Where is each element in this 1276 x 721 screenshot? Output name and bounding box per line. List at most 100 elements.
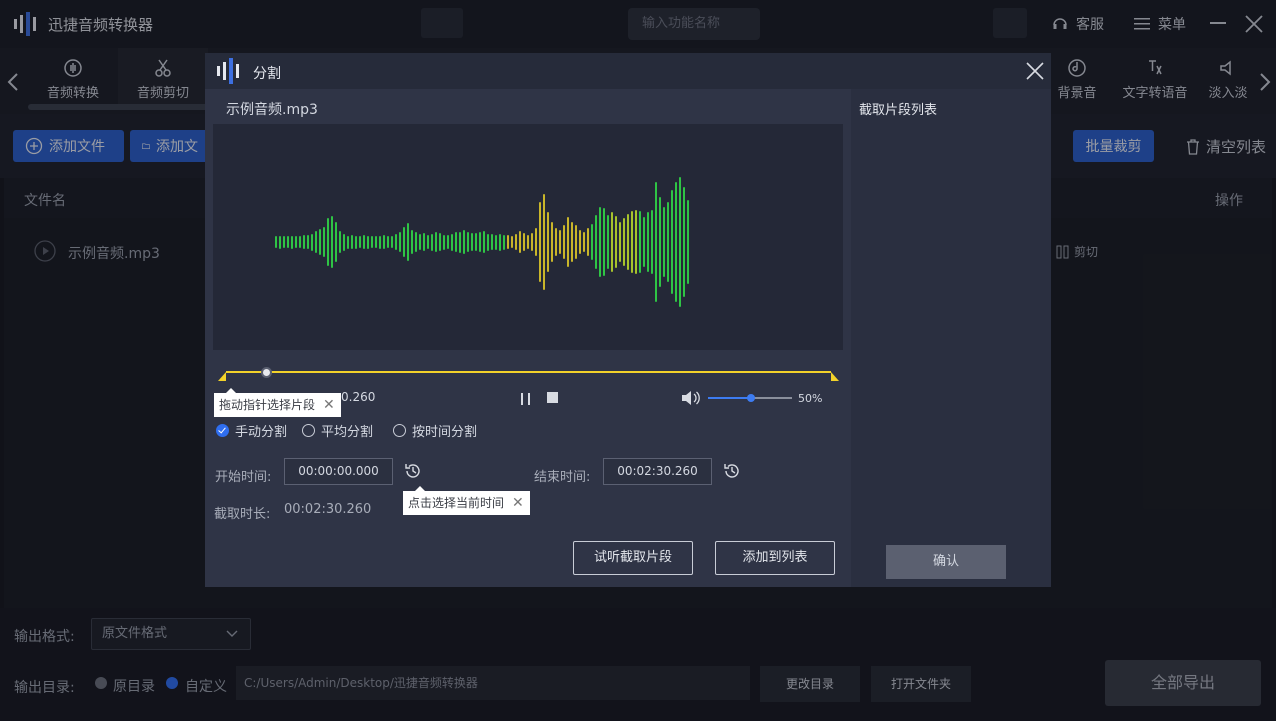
waveform-bar bbox=[383, 235, 385, 249]
playhead-handle[interactable] bbox=[261, 367, 272, 378]
waveform-bar bbox=[635, 210, 637, 274]
waveform-bar bbox=[359, 236, 361, 248]
waveform-bar bbox=[639, 211, 641, 273]
waveform-bar bbox=[443, 234, 445, 250]
pause-icon[interactable] bbox=[520, 393, 532, 405]
waveform-bar bbox=[307, 235, 309, 249]
segment-list-title: 截取片段列表 bbox=[859, 103, 938, 118]
waveform-bar bbox=[411, 230, 413, 254]
preview-segment-button[interactable]: 试听截取片段 bbox=[573, 541, 693, 575]
waveform-bar bbox=[583, 232, 585, 252]
segment-end-handle[interactable] bbox=[831, 372, 839, 381]
waveform-bar bbox=[311, 233, 313, 251]
waveform-bar bbox=[587, 228, 589, 256]
stop-icon[interactable] bbox=[547, 392, 558, 403]
waveform-bar bbox=[499, 233, 501, 251]
waveform-bar bbox=[299, 236, 301, 248]
waveform-bar bbox=[275, 236, 277, 248]
waveform-bar bbox=[355, 235, 357, 249]
history-clock-icon[interactable] bbox=[404, 462, 422, 480]
mode-manual[interactable]: 手动分割 bbox=[216, 421, 287, 440]
waveform-bar bbox=[523, 233, 525, 251]
waveform-bar bbox=[599, 207, 601, 277]
waveform-bar bbox=[387, 236, 389, 248]
waveform-bar bbox=[463, 230, 465, 254]
mode-by-time[interactable]: 按时间分割 bbox=[393, 421, 477, 440]
waveform-bar bbox=[539, 202, 541, 282]
tooltip-text: 拖动指针选择片段 bbox=[219, 398, 316, 412]
waveform-bar bbox=[343, 233, 345, 251]
waveform-bar bbox=[567, 217, 569, 267]
waveform-bar bbox=[543, 194, 545, 290]
dialog-close-icon[interactable] bbox=[1025, 61, 1045, 81]
waveform-bar bbox=[595, 215, 597, 269]
waveform-bar bbox=[331, 216, 333, 268]
waveform-bar bbox=[303, 235, 305, 249]
waveform-bar bbox=[611, 212, 613, 272]
waveform-bar bbox=[471, 233, 473, 251]
waveform-bar bbox=[407, 223, 409, 261]
waveform-bar bbox=[459, 231, 461, 253]
waveform-bar bbox=[467, 232, 469, 252]
waveform-bar bbox=[327, 218, 329, 266]
duration-value: 00:02:30.260 bbox=[284, 502, 372, 517]
waveform-bar bbox=[687, 200, 689, 284]
waveform-bar bbox=[647, 212, 649, 272]
waveform-bar bbox=[435, 232, 437, 252]
waveform-bar bbox=[371, 236, 373, 248]
waveform-bar bbox=[627, 214, 629, 270]
waveform-bar bbox=[519, 231, 521, 253]
end-time-input[interactable]: 00:02:30.260 bbox=[603, 458, 712, 485]
confirm-button[interactable]: 确认 bbox=[886, 545, 1006, 579]
waveform-bar bbox=[675, 182, 677, 302]
drag-pointer-tooltip: 拖动指针选择片段 ✕ bbox=[214, 388, 341, 417]
waveform-bar bbox=[615, 216, 617, 268]
waveform-bar bbox=[655, 182, 657, 302]
waveform-bar bbox=[291, 235, 293, 249]
tooltip-close-icon[interactable]: ✕ bbox=[512, 491, 524, 515]
waveform-display[interactable] bbox=[213, 124, 843, 350]
waveform-bar bbox=[391, 236, 393, 248]
waveform-bar bbox=[403, 227, 405, 257]
waveform-bar bbox=[623, 218, 625, 266]
waveform-bar bbox=[455, 232, 457, 252]
timeline-track[interactable] bbox=[226, 371, 831, 373]
waveform-bar bbox=[479, 232, 481, 252]
volume-icon[interactable] bbox=[681, 390, 701, 406]
radio-unchecked bbox=[302, 424, 315, 437]
waveform-bar bbox=[683, 187, 685, 297]
waveform-bar bbox=[535, 228, 537, 256]
waveform-bar bbox=[527, 235, 529, 249]
waveform-bar bbox=[319, 229, 321, 255]
mode-average[interactable]: 平均分割 bbox=[302, 421, 373, 440]
waveform-bar bbox=[503, 234, 505, 250]
waveform-bar bbox=[643, 217, 645, 267]
waveform-bar bbox=[603, 208, 605, 276]
waveform-bar bbox=[547, 212, 549, 272]
history-clock-icon[interactable] bbox=[723, 462, 741, 480]
waveform-bar bbox=[487, 233, 489, 251]
end-time-label: 结束时间: bbox=[534, 470, 591, 485]
mode-label: 手动分割 bbox=[235, 425, 288, 440]
tooltip-text: 点击选择当前时间 bbox=[408, 496, 505, 510]
add-to-list-button[interactable]: 添加到列表 bbox=[715, 541, 835, 575]
audio-file-name: 示例音频.mp3 bbox=[226, 102, 318, 118]
volume-knob[interactable] bbox=[747, 394, 755, 402]
waveform-bar bbox=[335, 222, 337, 262]
tooltip-close-icon[interactable]: ✕ bbox=[323, 393, 335, 417]
current-time-tooltip: 点击选择当前时间 ✕ bbox=[403, 486, 530, 515]
waveform-bar bbox=[631, 211, 633, 273]
waveform-bar bbox=[507, 235, 509, 249]
waveform-bar bbox=[575, 225, 577, 259]
waveform-bar bbox=[679, 177, 681, 307]
waveform-bar bbox=[399, 232, 401, 252]
segment-start-handle[interactable] bbox=[218, 372, 226, 381]
waveform-bar bbox=[439, 233, 441, 251]
waveform-bar bbox=[607, 215, 609, 269]
start-time-input[interactable]: 00:00:00.000 bbox=[284, 458, 393, 485]
waveform-bar bbox=[571, 222, 573, 262]
waveform-bar bbox=[563, 225, 565, 259]
dialog-header: 分割 bbox=[205, 53, 1051, 89]
waveform-bar bbox=[555, 228, 557, 256]
waveform-bar bbox=[651, 210, 653, 274]
